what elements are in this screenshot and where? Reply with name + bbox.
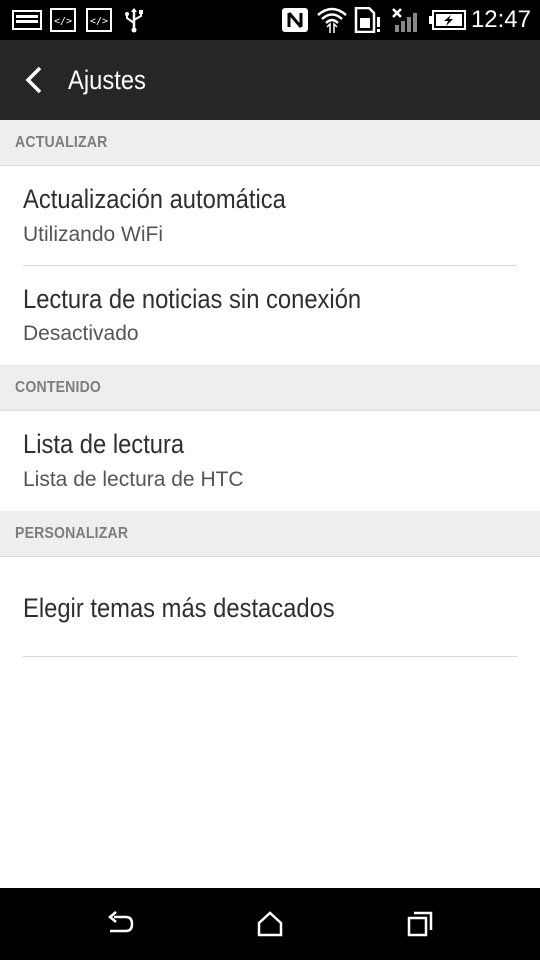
setting-auto-update[interactable]: Actualización automática Utilizando WiFi	[0, 166, 540, 266]
nav-back-button[interactable]	[100, 904, 140, 944]
section-header-label: CONTENIDO	[15, 379, 102, 396]
status-time: 12:47	[470, 6, 531, 33]
section-header-personalizar: PERSONALIZAR	[0, 511, 540, 557]
no-signal-icon	[391, 8, 423, 32]
app-bar: Ajustes	[0, 40, 540, 120]
code-icon: </>	[50, 8, 76, 32]
usb-icon	[122, 8, 146, 33]
setting-title: Actualización automática	[23, 184, 286, 214]
sim-alert-icon	[354, 7, 382, 33]
setting-subtitle: Desactivado	[23, 322, 139, 345]
divider	[23, 656, 517, 657]
setting-title: Lectura de noticias sin conexión	[23, 284, 362, 314]
section-header-contenido: CONTENIDO	[0, 365, 540, 411]
setting-title: Elegir temas más destacados	[23, 593, 335, 623]
code-icon: </>	[86, 8, 112, 32]
setting-offline-reading[interactable]: Lectura de noticias sin conexión Desacti…	[0, 266, 540, 365]
recents-icon	[407, 911, 433, 937]
navigation-bar	[0, 888, 540, 960]
home-icon	[257, 911, 283, 937]
setting-reading-list[interactable]: Lista de lectura Lista de lectura de HTC	[0, 411, 540, 511]
setting-choose-topics[interactable]: Elegir temas más destacados	[0, 557, 540, 657]
section-header-actualizar: ACTUALIZAR	[0, 120, 540, 166]
image-icon	[12, 8, 42, 32]
setting-subtitle: Utilizando WiFi	[23, 223, 164, 246]
nav-home-button[interactable]	[250, 904, 290, 944]
section-header-label: PERSONALIZAR	[15, 525, 129, 542]
status-bar: </> </> 12:47	[0, 0, 540, 40]
wifi-icon	[316, 7, 348, 33]
svg-text:</>: </>	[54, 16, 72, 27]
nfc-icon	[281, 8, 309, 32]
svg-text:</>: </>	[90, 16, 108, 27]
battery-charging-icon	[429, 8, 467, 32]
setting-title: Lista de lectura	[23, 429, 185, 459]
back-arrow-icon	[25, 66, 42, 94]
back-icon	[108, 911, 134, 933]
nav-recents-button[interactable]	[400, 904, 440, 944]
setting-subtitle: Lista de lectura de HTC	[23, 468, 244, 491]
back-button[interactable]	[14, 60, 54, 100]
section-header-label: ACTUALIZAR	[15, 134, 108, 151]
page-title: Ajustes	[68, 65, 146, 95]
